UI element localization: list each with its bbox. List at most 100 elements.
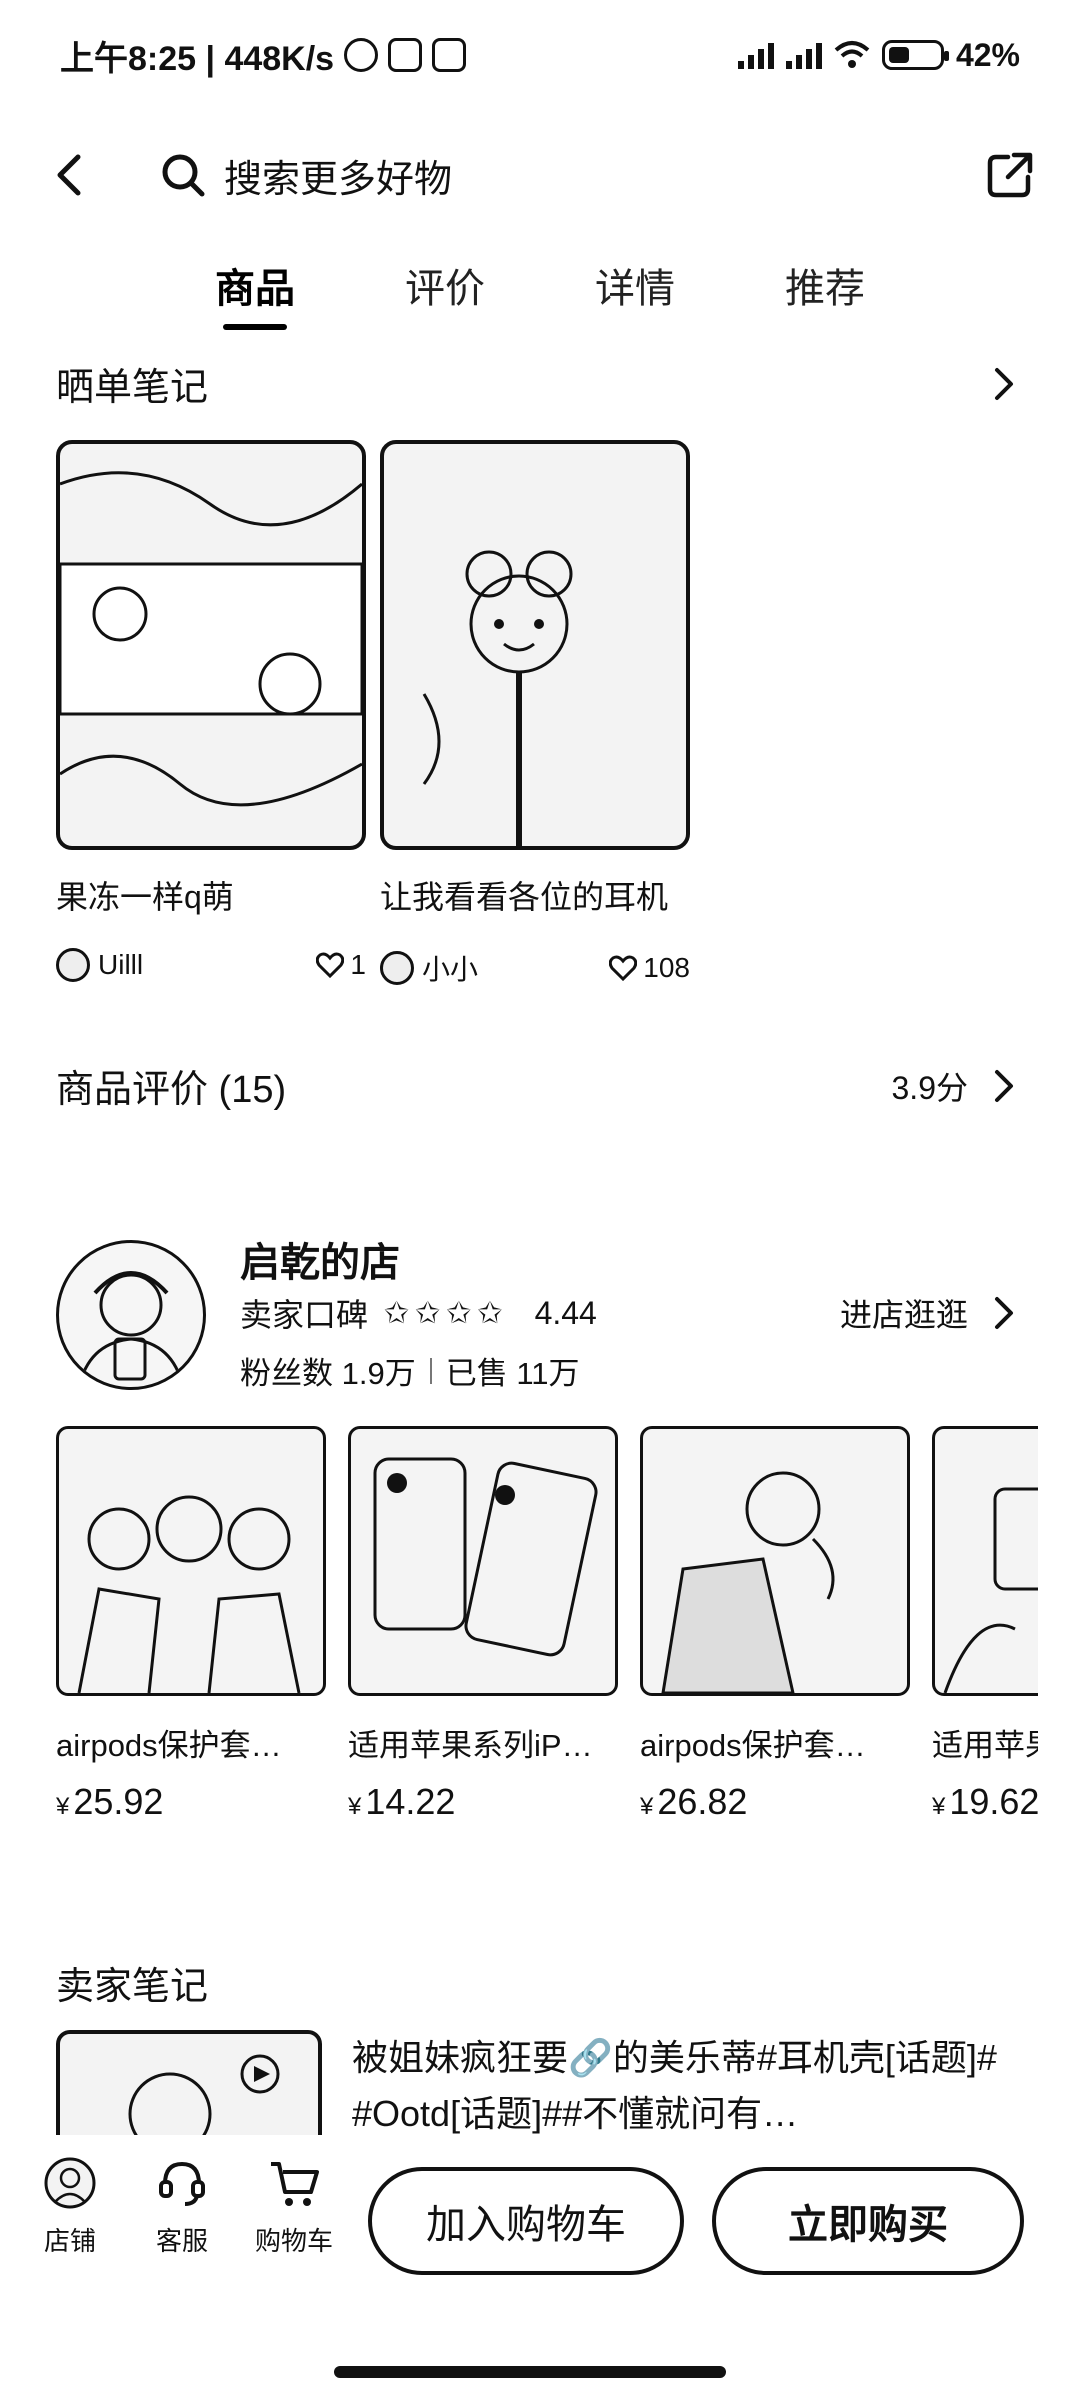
chevron-right-icon bbox=[995, 367, 1013, 400]
note-title: 让我看看各位的耳机 bbox=[380, 879, 669, 915]
tab-products[interactable]: 商品 bbox=[215, 240, 295, 330]
shop-stats: 粉丝数 1.9万 已售 11万 bbox=[240, 1348, 580, 1393]
home-indicator[interactable] bbox=[334, 2366, 726, 2378]
add-to-cart-button[interactable]: 加入购物车 bbox=[368, 2167, 684, 2275]
product-card[interactable]: 适用苹果系列iP… ¥14.22 bbox=[348, 1426, 618, 1823]
product-name: 适用苹果系列iP… bbox=[348, 1728, 593, 1763]
search-box[interactable]: 搜索更多好物 bbox=[160, 148, 980, 203]
rating-value: 4.44 bbox=[534, 1294, 597, 1331]
avatar bbox=[380, 951, 414, 985]
service-label: 客服 bbox=[155, 2226, 208, 2256]
product-price: ¥14.22 bbox=[348, 1781, 618, 1823]
heart-icon bbox=[609, 955, 638, 981]
wifi-icon bbox=[834, 41, 870, 68]
signal-icon-2 bbox=[785, 41, 822, 69]
status-bar: 上午8:25 | 448K/s 42% bbox=[0, 0, 1080, 110]
like-count[interactable]: 108 bbox=[609, 952, 690, 984]
cart-nav-label: 购物车 bbox=[254, 2226, 333, 2256]
author-name: 小小 bbox=[422, 954, 479, 985]
shop-rating: 卖家口碑 ✩✩✩✩ 4.44 bbox=[240, 1290, 597, 1336]
product-name: airpods保护套… bbox=[640, 1728, 866, 1763]
chevron-right-icon bbox=[995, 1297, 1013, 1329]
enter-shop-button[interactable]: 进店逛逛 bbox=[840, 1290, 1024, 1336]
price-value: 19.62 bbox=[949, 1781, 1038, 1822]
battery-percent: 42% bbox=[955, 36, 1020, 73]
search-icon bbox=[162, 154, 205, 197]
rating-label: 卖家口碑 bbox=[240, 1297, 369, 1333]
shop-products: airpods保护套… ¥25.92 适用苹果系列iP… ¥14.22 airp… bbox=[56, 1426, 1038, 1823]
tab-label: 评价 bbox=[405, 267, 485, 311]
product-image bbox=[640, 1426, 910, 1696]
author-name: Uilll bbox=[98, 949, 144, 980]
tab-recommend[interactable]: 推荐 bbox=[785, 240, 865, 330]
status-right: 42% bbox=[737, 36, 1020, 74]
product-name: airpods保护套… bbox=[56, 1728, 282, 1763]
search-placeholder: 搜索更多好物 bbox=[224, 158, 453, 201]
shop-avatar[interactable] bbox=[56, 1240, 206, 1390]
note-author[interactable]: 小小 bbox=[380, 948, 478, 988]
buy-now-button[interactable]: 立即购买 bbox=[712, 2167, 1024, 2275]
tab-details[interactable]: 详情 bbox=[595, 240, 675, 330]
share-icon[interactable] bbox=[980, 145, 1040, 205]
shop-card: 启乾的店 卖家口碑 ✩✩✩✩ 4.44 粉丝数 1.9万 已售 11万 进店逛逛 bbox=[56, 1230, 1024, 1393]
seller-notes-title: 卖家笔记 bbox=[56, 1966, 209, 2008]
currency-symbol: ¥ bbox=[56, 1793, 70, 1820]
seller-notes-header: 卖家笔记 bbox=[56, 1955, 1024, 2010]
like-count[interactable]: 1 bbox=[316, 949, 366, 981]
product-card[interactable]: airpods保护套… ¥26.82 bbox=[640, 1426, 910, 1823]
note-image bbox=[56, 440, 366, 850]
enter-shop-label: 进店逛逛 bbox=[839, 1297, 968, 1333]
note-meta: 小小 108 bbox=[380, 948, 690, 988]
battery-icon bbox=[881, 40, 949, 70]
note-image bbox=[380, 440, 690, 850]
price-value: 25.92 bbox=[73, 1781, 164, 1822]
cart-nav-button[interactable]: 购物车 bbox=[248, 2155, 340, 2258]
product-image bbox=[932, 1426, 1038, 1696]
status-left: 上午8:25 | 448K/s bbox=[60, 31, 467, 80]
currency-symbol: ¥ bbox=[932, 1793, 946, 1820]
back-icon[interactable] bbox=[40, 145, 100, 205]
battery-fill bbox=[888, 47, 909, 63]
product-image bbox=[348, 1426, 618, 1696]
product-card[interactable]: airpods保护套… ¥25.92 bbox=[56, 1426, 326, 1823]
app-notification-icon-2 bbox=[432, 38, 467, 72]
review-score-value: 3.9分 bbox=[891, 1069, 969, 1106]
bottom-action-bar: 店铺 客服 购物车 加入购物车 立即购买 bbox=[0, 2135, 1080, 2400]
note-card[interactable]: 果冻一样q萌 Uilll 1 bbox=[56, 440, 366, 988]
tab-bar: 商品 评价 详情 推荐 bbox=[0, 240, 1080, 340]
shop-avatar-icon bbox=[42, 2155, 98, 2211]
product-card[interactable]: 适用苹果 ¥19.62 bbox=[932, 1426, 1038, 1823]
cart-icon bbox=[266, 2155, 322, 2211]
shop-name[interactable]: 启乾的店 bbox=[240, 1230, 400, 1288]
tab-label: 详情 bbox=[595, 267, 675, 311]
note-meta: Uilll 1 bbox=[56, 948, 366, 982]
note-author[interactable]: Uilll bbox=[56, 948, 143, 982]
tab-label: 商品 bbox=[215, 267, 295, 311]
product-price: ¥26.82 bbox=[640, 1781, 910, 1823]
top-nav: 搜索更多好物 bbox=[0, 110, 1080, 240]
like-value: 108 bbox=[643, 952, 690, 983]
shop-nav-button[interactable]: 店铺 bbox=[24, 2155, 116, 2258]
note-card[interactable]: 让我看看各位的耳机 小小 108 bbox=[380, 440, 690, 988]
reviews-section-title: 商品评价 (15) bbox=[56, 1069, 287, 1111]
price-value: 26.82 bbox=[657, 1781, 748, 1822]
tab-reviews[interactable]: 评价 bbox=[405, 240, 485, 330]
seller-note-text: 被姐妹疯狂要🔗的美乐蒂#耳机壳[话题]# #Ootd[话题]##不懂就问有… bbox=[352, 2037, 997, 2134]
customer-service-button[interactable]: 客服 bbox=[136, 2155, 228, 2258]
alarm-icon bbox=[344, 38, 379, 72]
heart-icon bbox=[316, 952, 345, 978]
notes-section-title: 晒单笔记 bbox=[56, 367, 209, 409]
sold-count: 已售 11万 bbox=[445, 1356, 580, 1391]
reviews-section-header[interactable]: 商品评价 (15) 3.9分 bbox=[56, 1058, 1024, 1113]
status-time: 上午8:25 | 448K/s bbox=[60, 39, 335, 78]
followers-count: 粉丝数 1.9万 bbox=[240, 1356, 416, 1391]
product-price: ¥25.92 bbox=[56, 1781, 326, 1823]
currency-symbol: ¥ bbox=[348, 1793, 362, 1820]
like-value: 1 bbox=[350, 949, 366, 980]
chevron-right-icon bbox=[995, 1069, 1013, 1102]
avatar bbox=[56, 948, 90, 982]
divider bbox=[429, 1357, 432, 1384]
product-price: ¥19.62 bbox=[932, 1781, 1038, 1823]
currency-symbol: ¥ bbox=[640, 1793, 654, 1820]
notes-section-header[interactable]: 晒单笔记 bbox=[56, 356, 1024, 411]
